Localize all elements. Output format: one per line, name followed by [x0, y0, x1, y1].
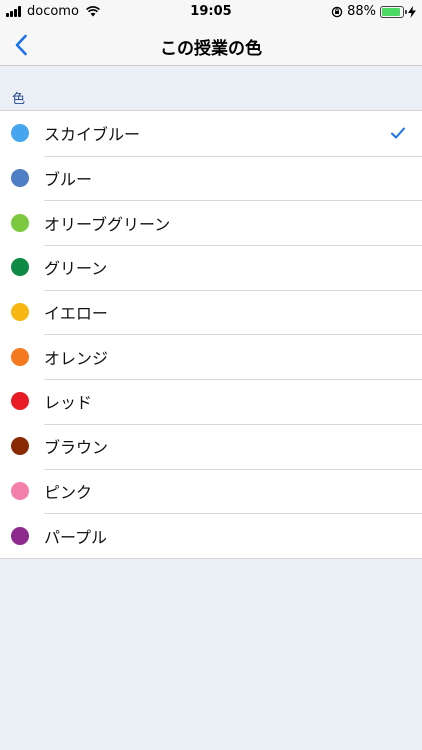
- color-swatch: [11, 213, 29, 232]
- color-option[interactable]: イエロー: [0, 289, 422, 335]
- color-option-label: ブラウン: [44, 438, 109, 458]
- color-list: スカイブルー ブルーオリーブグリーン グリーンイエローオレンジレッドブラウンピンクパ…: [0, 110, 422, 559]
- color-swatch: [11, 392, 29, 411]
- color-option[interactable]: レッド: [0, 379, 422, 424]
- status-bar: docomo 19:05 88%: [0, 0, 422, 24]
- color-option[interactable]: パープル: [0, 513, 422, 558]
- color-option[interactable]: オレンジ: [0, 334, 422, 379]
- color-option-label: オレンジ: [44, 348, 109, 368]
- color-option[interactable]: スカイブルー: [0, 111, 422, 156]
- section-header: 色: [12, 92, 26, 107]
- color-swatch: [11, 526, 29, 545]
- color-option-label: ブルー: [44, 170, 93, 190]
- color-option[interactable]: ブラウン: [0, 423, 422, 469]
- color-option-label: レッド: [44, 393, 93, 413]
- color-swatch: [11, 303, 29, 322]
- battery-icon: [380, 5, 407, 18]
- color-option-label: イエロー: [44, 304, 108, 324]
- color-swatch: [11, 347, 29, 366]
- color-option[interactable]: ピンク: [0, 468, 422, 514]
- color-swatch: [11, 481, 29, 500]
- color-swatch: [11, 437, 29, 456]
- battery-fill: [382, 7, 400, 16]
- color-option-label: ピンク: [44, 482, 93, 502]
- color-swatch: [11, 124, 29, 143]
- color-option-label: スカイブルー: [44, 125, 141, 145]
- color-swatch: [11, 258, 29, 277]
- color-option-label: オリーブグリーン: [44, 214, 171, 234]
- battery-percent: 88%: [347, 4, 376, 19]
- rotation-lock-icon: [331, 6, 343, 17]
- navigation-bar: この授業の色: [0, 24, 422, 66]
- page-title: この授業の色: [160, 39, 262, 59]
- charging-bolt-icon: [408, 5, 416, 18]
- color-option[interactable]: ブルー: [0, 155, 422, 201]
- color-swatch: [11, 169, 29, 188]
- color-option-label: パープル: [44, 527, 108, 547]
- color-option-label: グリーン: [44, 259, 108, 279]
- color-option[interactable]: グリーン: [0, 245, 422, 290]
- status-right: 88%: [331, 4, 416, 19]
- color-option[interactable]: オリーブグリーン: [0, 200, 422, 245]
- checkmark-icon: [391, 127, 405, 139]
